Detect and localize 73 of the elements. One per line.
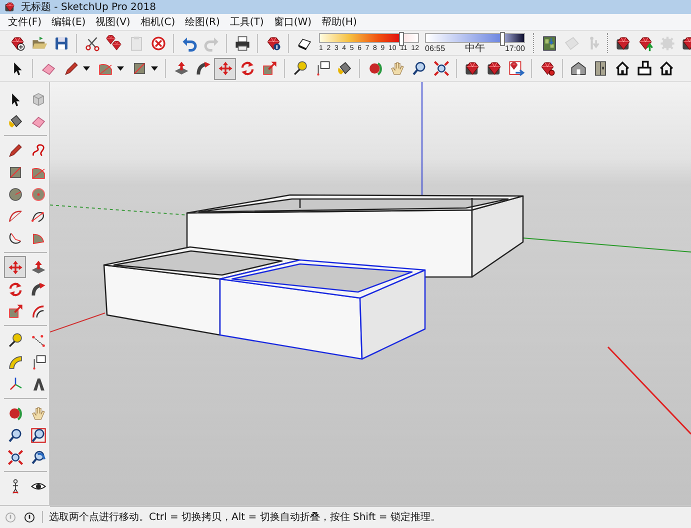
printer-icon <box>234 34 250 52</box>
menu-item[interactable]: 窗口(W) <box>268 15 317 29</box>
rotate-arrows-icon <box>6 280 24 298</box>
push-pull-icon <box>172 60 190 77</box>
folder-icon <box>30 34 48 52</box>
ruby-document-icon <box>508 60 524 77</box>
time-label: 17:00 <box>504 44 525 54</box>
rotate-arrows-icon <box>238 60 256 77</box>
scale-icon <box>6 302 24 320</box>
time-label: 中午 <box>465 44 485 54</box>
scissors-icon <box>84 34 100 52</box>
house-outline-icon <box>658 60 674 77</box>
magnifier-icon <box>410 60 428 77</box>
pencil-icon <box>6 142 24 158</box>
ruby-info-icon <box>264 34 282 52</box>
house-box-icon <box>636 60 652 77</box>
protractor-icon <box>6 354 24 370</box>
section-plane-icon <box>562 34 580 52</box>
ruby-icon <box>486 60 502 77</box>
redo-arrow-icon <box>202 34 220 52</box>
ruby-icon <box>614 34 632 52</box>
magnifier-icon <box>6 426 24 444</box>
time-label: 06:55 <box>425 44 446 54</box>
paint-bucket-icon <box>336 60 352 77</box>
follow-me-icon <box>30 280 46 298</box>
gear-icon <box>658 34 676 52</box>
orbit-icon <box>6 404 24 422</box>
slider-thumb[interactable] <box>500 32 506 46</box>
circle-icon <box>6 186 24 202</box>
status-text: 选取两个点进行移动。Ctrl = 切换拷贝，Alt = 切换自动折叠，按住 Shift = 锁定推理。 <box>49 510 440 524</box>
x-axis-line <box>50 312 106 332</box>
gems-icon <box>106 34 122 52</box>
offset-icon <box>30 302 46 320</box>
two-point-arc-icon <box>6 208 24 224</box>
move-arrows-icon <box>6 258 24 276</box>
push-pull-icon <box>30 258 46 276</box>
house-icon <box>570 60 586 77</box>
orbit-icon <box>366 60 384 77</box>
scale-icon <box>260 60 278 77</box>
delete-circle-icon <box>150 34 166 52</box>
menu-item[interactable]: 视图(V) <box>90 15 136 29</box>
ruby-upload-icon <box>636 34 654 52</box>
slider-thumb[interactable] <box>399 32 404 46</box>
menu-item[interactable]: 绘图(R) <box>180 15 225 29</box>
hand-icon <box>388 60 406 77</box>
zoom-window-icon <box>30 426 46 444</box>
ruby-pin-icon <box>538 60 556 77</box>
follow-me-icon <box>194 60 212 77</box>
menu-item[interactable]: 相机(C) <box>135 15 180 29</box>
pencil-icon <box>62 60 80 77</box>
zoom-extents-icon <box>6 448 24 466</box>
box-drawing[interactable] <box>219 259 426 360</box>
move-arrows-icon <box>216 60 234 77</box>
tape-measure-icon <box>292 60 308 77</box>
paint-bucket-icon <box>6 112 24 130</box>
hand-icon <box>30 404 46 422</box>
previous-view-icon <box>30 448 46 466</box>
ruby-icon <box>464 60 480 77</box>
house-outline-icon <box>614 60 630 77</box>
polygon-icon <box>30 186 46 202</box>
window-title: 无标题 - SketchUp Pro 2018 <box>21 0 156 14</box>
squiggle-icon <box>30 142 46 158</box>
menu-item[interactable]: 文件(F) <box>3 15 47 29</box>
map-photo-icon <box>540 34 558 52</box>
tape-measure-icon <box>6 332 24 348</box>
menu-item[interactable]: 帮助(H) <box>316 15 362 29</box>
zoom-extents-icon <box>432 60 450 77</box>
ruby-plus-icon <box>8 34 26 52</box>
undo-arrow-icon <box>180 34 198 52</box>
app-logo-icon <box>4 1 16 13</box>
menu-item[interactable]: 工具(T) <box>224 15 269 29</box>
info-circle-icon[interactable] <box>23 510 36 524</box>
menu-item[interactable]: 编辑(E) <box>46 15 91 29</box>
